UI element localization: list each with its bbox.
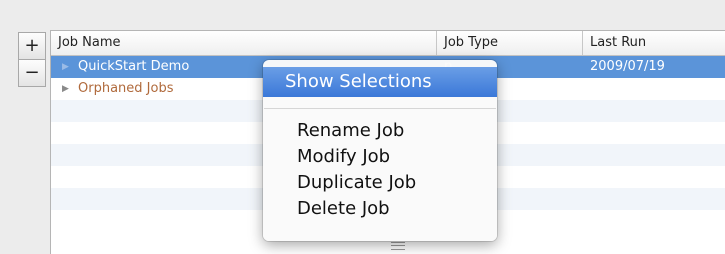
column-header-job-name[interactable]: Job Name xyxy=(51,31,437,55)
resize-grip-icon[interactable] xyxy=(391,242,405,250)
menu-item-show-selections[interactable]: Show Selections xyxy=(263,67,497,97)
menu-item-delete-job[interactable]: Delete Job xyxy=(263,198,497,220)
disclosure-triangle-icon[interactable]: ▶ xyxy=(62,78,69,100)
column-header-last-run[interactable]: Last Run xyxy=(583,31,725,55)
table-header: Job Name Job Type Last Run xyxy=(51,31,725,56)
context-menu: Show Selections Rename Job Modify Job Du… xyxy=(263,60,497,241)
add-job-button[interactable]: + xyxy=(18,32,46,60)
column-header-job-type[interactable]: Job Type xyxy=(437,31,583,55)
menu-item-duplicate-job[interactable]: Duplicate Job xyxy=(263,172,497,194)
last-run-cell: 2009/07/19 xyxy=(590,59,665,74)
remove-job-button[interactable]: − xyxy=(18,59,46,87)
menu-separator xyxy=(264,108,496,109)
menu-item-rename-job[interactable]: Rename Job xyxy=(263,120,497,142)
menu-item-modify-job[interactable]: Modify Job xyxy=(263,146,497,168)
disclosure-triangle-icon[interactable]: ▶ xyxy=(62,56,69,78)
top-clipped-area xyxy=(0,0,725,26)
